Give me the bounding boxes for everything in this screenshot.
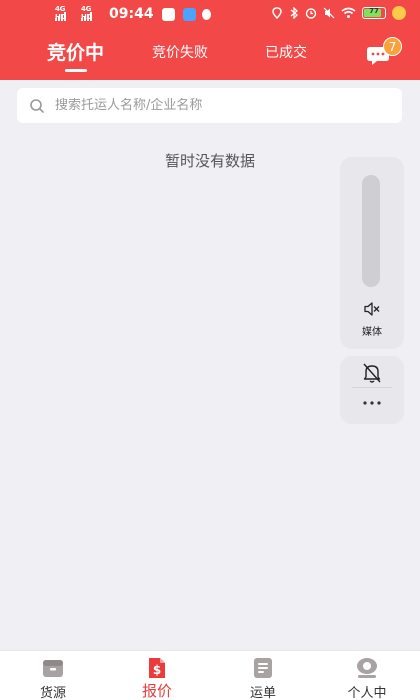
nav-item-profile[interactable]: 个人中	[327, 651, 407, 700]
signal-icon: 4G HD	[55, 5, 77, 21]
mute-icon	[323, 7, 335, 19]
notification-off-icon[interactable]	[360, 362, 384, 384]
charging-icon	[392, 6, 406, 20]
search-icon	[30, 98, 44, 113]
qq-icon	[201, 8, 211, 20]
location-icon	[272, 7, 282, 19]
speaker-mute-icon	[364, 302, 380, 316]
nav-item-goods[interactable]: 货源	[13, 651, 93, 700]
nav-label: 货源	[39, 686, 66, 700]
quote-dollar-icon: $	[149, 658, 165, 678]
floating-panel: 媒体	[340, 157, 404, 349]
bluetooth-icon	[290, 7, 298, 19]
media-mute-button[interactable]: 媒体	[340, 301, 404, 341]
app-notification-icon	[161, 7, 175, 21]
profile-icon	[357, 658, 377, 678]
search-input[interactable]	[55, 98, 375, 113]
search-bar[interactable]	[17, 88, 402, 123]
clock: 09:44	[109, 6, 154, 22]
wifi-icon	[341, 7, 356, 18]
alarm-icon	[305, 8, 317, 19]
app-header: 4G HD 4G HD 09:44 77 竞价中	[0, 0, 420, 80]
nav-item-quote[interactable]: $ 报价	[117, 651, 197, 700]
scroll-handle[interactable]	[362, 175, 380, 287]
bottom-navigation: 货源 $ 报价 运单 个人中	[0, 650, 420, 700]
tab-bid-failed[interactable]: 竞价失败	[152, 42, 208, 62]
svg-text:$: $	[153, 663, 161, 677]
tab-bidding[interactable]: 竞价中	[47, 38, 104, 72]
tab-completed[interactable]: 已成交	[265, 42, 307, 62]
floating-panel-secondary	[340, 356, 404, 424]
divider	[352, 387, 392, 388]
box-icon	[43, 660, 63, 677]
more-icon[interactable]	[360, 396, 384, 410]
nav-label: 运单	[249, 686, 276, 700]
bid-status-tabs: 竞价中 竞价失败 已成交	[0, 38, 420, 74]
message-count-badge: 7	[383, 37, 402, 56]
media-label: 媒体	[362, 327, 382, 338]
nav-label: 报价	[141, 682, 172, 700]
app-notification-icon	[182, 7, 196, 21]
signal-icon: 4G HD	[81, 5, 103, 21]
battery-icon: 77	[362, 7, 386, 19]
nav-item-waybill[interactable]: 运单	[223, 651, 303, 700]
nav-label: 个人中	[347, 686, 387, 700]
waybill-icon	[254, 658, 272, 678]
battery-level: 77	[369, 7, 379, 15]
status-bar: 4G HD 4G HD 09:44 77	[0, 5, 420, 28]
